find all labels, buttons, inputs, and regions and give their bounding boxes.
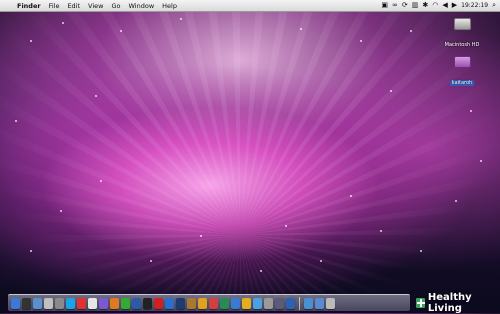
wifi-icon[interactable]: ◠ [432, 0, 438, 11]
menu-extras: ▣ ∞ ⟳ ▥ ✱ ◠ ◀ ▶ 19:22:19 ⌕ [381, 0, 496, 11]
star [455, 200, 457, 202]
dashboard-icon[interactable] [22, 297, 31, 309]
settings-icon[interactable] [209, 297, 218, 309]
menu-finder[interactable]: Finder [14, 2, 46, 10]
spotlight-icon[interactable]: ⌕ [492, 0, 496, 11]
star [390, 90, 392, 92]
preview-icon[interactable] [44, 297, 53, 309]
dock [8, 294, 410, 311]
dock-separator [299, 296, 300, 310]
paw-icon[interactable] [187, 297, 196, 309]
star [420, 250, 422, 252]
desktop-icon-label: Macintosh HD [444, 42, 480, 48]
desktop-icon-label: kaitaroh [449, 80, 475, 86]
folder-icon[interactable] [315, 297, 324, 309]
star [410, 30, 412, 32]
menu-go[interactable]: Go [108, 2, 125, 10]
star [300, 28, 302, 30]
star [60, 210, 62, 212]
star [480, 160, 482, 162]
network-icon[interactable] [286, 297, 295, 309]
star [360, 40, 362, 42]
hard-drive-icon [453, 18, 471, 30]
star [180, 18, 182, 20]
ical-icon[interactable] [88, 297, 97, 309]
star [30, 250, 32, 252]
itunes-icon[interactable] [33, 297, 42, 309]
terminal-icon[interactable] [143, 297, 152, 309]
flag-icon[interactable]: ▶ [452, 0, 457, 11]
menu-bar: Finder File Edit View Go Window Help ▣ ∞… [0, 0, 500, 12]
wallpaper-rays [0, 0, 500, 313]
desktop-icon-macintosh-hd[interactable]: Macintosh HD [441, 15, 483, 50]
menu-help[interactable]: Help [159, 2, 182, 10]
star [62, 22, 64, 24]
skype-icon[interactable] [66, 297, 75, 309]
time-machine-icon[interactable] [275, 297, 284, 309]
watermark-text: Healthy Living [427, 292, 472, 314]
health-cross-icon [416, 298, 425, 308]
star [15, 120, 17, 122]
user-folder-icon [453, 56, 471, 68]
finder-icon[interactable] [11, 297, 20, 309]
system-preferences-icon[interactable] [55, 297, 64, 309]
browser-icon[interactable] [264, 297, 273, 309]
clock[interactable]: 19:22:19 [461, 2, 488, 9]
spotify-icon[interactable] [121, 297, 130, 309]
app-icon[interactable] [132, 297, 141, 309]
star [30, 40, 32, 42]
star [350, 195, 352, 197]
healthy-living-watermark: Healthy Living [416, 292, 500, 314]
activity-icon[interactable]: ▥ [412, 0, 419, 11]
star [320, 260, 322, 262]
acrobat-icon[interactable] [154, 297, 163, 309]
downloads-icon[interactable] [304, 297, 313, 309]
utility-icon[interactable] [220, 297, 229, 309]
infinity-icon[interactable]: ∞ [392, 0, 398, 11]
star [380, 230, 382, 232]
bluetooth-icon[interactable]: ✱ [422, 0, 428, 11]
star [95, 95, 97, 97]
photos-icon[interactable] [99, 297, 108, 309]
star [100, 180, 102, 182]
game-icon[interactable] [242, 297, 251, 309]
star [470, 110, 472, 112]
sync-icon[interactable]: ⟳ [402, 0, 408, 11]
star [150, 260, 152, 262]
firefox-icon[interactable] [110, 297, 119, 309]
menu-file[interactable]: File [46, 2, 65, 10]
menu-window[interactable]: Window [126, 2, 160, 10]
star [200, 235, 202, 237]
volume-icon[interactable]: ◀ [442, 0, 447, 11]
calendar-icon[interactable] [77, 297, 86, 309]
editor-icon[interactable] [165, 297, 174, 309]
mail-icon[interactable] [231, 297, 240, 309]
menu-view[interactable]: View [85, 2, 108, 10]
app-status-icon[interactable]: ▣ [381, 0, 388, 11]
desktop-icon-kaitaroh[interactable]: kaitaroh [441, 53, 483, 88]
star [260, 270, 262, 272]
star [120, 30, 122, 32]
photoshop-icon[interactable] [176, 297, 185, 309]
chrome-icon[interactable] [198, 297, 207, 309]
menu-edit[interactable]: Edit [64, 2, 85, 10]
trash-icon[interactable] [326, 297, 335, 309]
star [285, 225, 287, 227]
chat-icon[interactable] [253, 297, 262, 309]
